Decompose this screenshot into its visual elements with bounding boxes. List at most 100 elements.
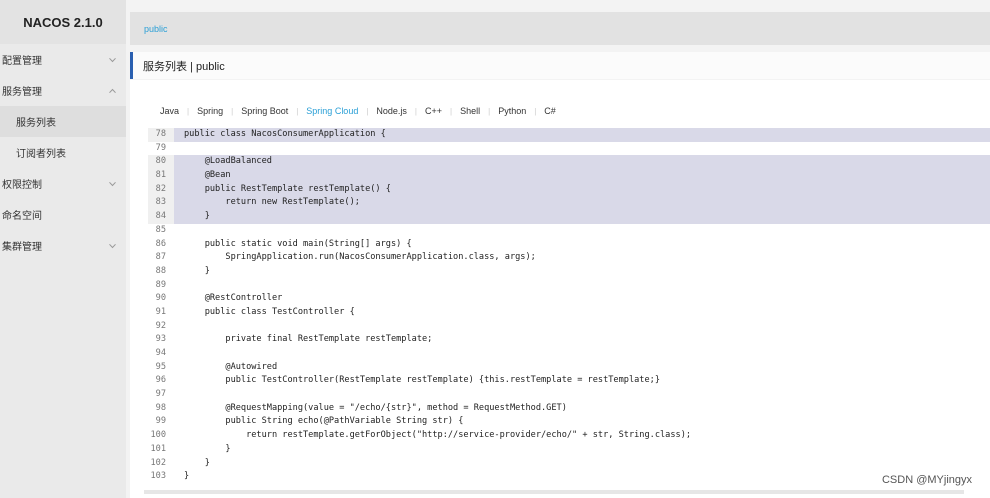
sidebar-item-label: 服务列表 (16, 118, 56, 129)
code-line: 94 (148, 347, 990, 361)
sidebar-item-service-list[interactable]: 服务列表 (0, 106, 126, 137)
tab-shell[interactable]: Shell (452, 106, 488, 116)
line-number: 88 (155, 265, 166, 276)
line-number: 96 (155, 375, 166, 386)
namespace-bar: public (130, 12, 990, 45)
namespace-link[interactable]: public (144, 24, 168, 34)
line-number: 87 (155, 252, 166, 263)
chevron-down-icon (109, 180, 116, 187)
line-number: 82 (148, 182, 174, 197)
line-number: 85 (155, 224, 166, 235)
line-number: 80 (148, 155, 174, 170)
sidebar-item-label: 集群管理 (2, 242, 42, 253)
code-line: 97 (148, 388, 990, 402)
chevron-down-icon (109, 242, 116, 249)
line-number: 89 (155, 279, 166, 290)
line-number: 97 (155, 389, 166, 400)
sidebar-item-namespace[interactable]: 命名空间 (0, 199, 126, 230)
code-text: } (184, 443, 231, 454)
code-line: 88 } (148, 265, 990, 279)
sidebar-item-subscriber-list[interactable]: 订阅者列表 (0, 137, 126, 168)
horizontal-scrollbar[interactable] (144, 490, 964, 494)
code-line: 85 (148, 224, 990, 238)
code-line: 100 return restTemplate.getForObject("ht… (148, 429, 990, 443)
line-number: 78 (148, 128, 174, 142)
code-line: 78 public class NacosConsumerApplication … (148, 128, 990, 142)
sidebar-item-label: 权限控制 (2, 180, 42, 191)
tab-csharp[interactable]: C# (536, 106, 564, 116)
app-root: NACOS 2.1.0 配置管理 服务管理 服务列表 订阅者列表 权限控制 命名… (0, 0, 990, 498)
line-number: 91 (155, 306, 166, 317)
code-text: } (174, 210, 990, 224)
code-text: public class NacosConsumerApplication { (174, 128, 990, 142)
code-line: 89 (148, 279, 990, 293)
code-line: 98 @RequestMapping(value = "/echo/{str}"… (148, 402, 990, 416)
chevron-down-icon (109, 56, 116, 63)
code-line: 93 private final RestTemplate restTempla… (148, 333, 990, 347)
code-text: private final RestTemplate restTemplate; (184, 334, 433, 345)
tab-spring-cloud[interactable]: Spring Cloud (298, 106, 366, 116)
code-line: 96 public TestController(RestTemplate re… (148, 374, 990, 388)
code-text: @Bean (174, 169, 990, 183)
code-line: 84 } (148, 210, 990, 224)
code-line: 80 @LoadBalanced (148, 155, 990, 170)
code-line: 83 return new RestTemplate(); (148, 196, 990, 211)
code-line: 103} (148, 470, 990, 484)
sidebar-item-config[interactable]: 配置管理 (0, 44, 126, 75)
sidebar-item-label: 服务管理 (2, 87, 42, 98)
code-line: 82 public RestTemplate restTemplate() { (148, 182, 990, 197)
chevron-up-icon (109, 87, 116, 94)
sidebar-item-cluster[interactable]: 集群管理 (0, 230, 126, 261)
code-text: } (184, 457, 210, 468)
code-text: @RequestMapping(value = "/echo/{str}", m… (184, 402, 567, 413)
code-text: return new RestTemplate(); (174, 196, 990, 211)
sidebar-item-service[interactable]: 服务管理 (0, 75, 126, 106)
code-text: public TestController(RestTemplate restT… (184, 375, 660, 386)
tab-python[interactable]: Python (490, 106, 534, 116)
page-title: 服务列表 | public (130, 52, 990, 79)
code-line: 99 public String echo(@PathVariable Stri… (148, 415, 990, 429)
tab-java[interactable]: Java (152, 106, 187, 116)
code-text: return restTemplate.getForObject("http:/… (184, 430, 692, 441)
line-number: 90 (155, 293, 166, 304)
app-brand[interactable]: NACOS 2.1.0 (0, 0, 126, 44)
line-number: 101 (150, 443, 166, 454)
tab-cpp[interactable]: C++ (417, 106, 450, 116)
language-tabs: Java | Spring | Spring Boot | Spring Clo… (152, 106, 564, 116)
sidebar-nav: 配置管理 服务管理 服务列表 订阅者列表 权限控制 命名空间 集群管理 (0, 44, 126, 261)
code-text: @LoadBalanced (174, 155, 990, 170)
code-line: 95 @Autowired (148, 361, 990, 375)
code-text: public class TestController { (184, 306, 355, 317)
tab-spring[interactable]: Spring (189, 106, 231, 116)
code-line: 86 public static void main(String[] args… (148, 238, 990, 252)
watermark: CSDN @MYjingyx (881, 474, 972, 486)
line-number: 98 (155, 402, 166, 413)
code-text: } (184, 265, 210, 276)
line-number: 86 (155, 238, 166, 249)
tab-nodejs[interactable]: Node.js (368, 106, 415, 116)
line-number: 83 (148, 196, 174, 211)
code-line: 92 (148, 320, 990, 334)
tab-spring-boot[interactable]: Spring Boot (233, 106, 296, 116)
line-number: 92 (155, 320, 166, 331)
code-text: public RestTemplate restTemplate() { (174, 182, 990, 197)
sidebar-item-auth[interactable]: 权限控制 (0, 168, 126, 199)
line-number: 94 (155, 348, 166, 358)
line-number: 95 (155, 361, 166, 372)
line-number: 102 (150, 457, 166, 468)
code-text: public String echo(@PathVariable String … (184, 416, 464, 427)
code-text: @RestController (184, 293, 283, 304)
code-editor[interactable]: 78 public class NacosConsumerApplication … (148, 128, 990, 484)
code-text: } (184, 471, 190, 482)
sidebar: NACOS 2.1.0 配置管理 服务管理 服务列表 订阅者列表 权限控制 命名… (0, 0, 126, 498)
sidebar-item-label: 命名空间 (2, 211, 42, 222)
sidebar-item-label: 订阅者列表 (16, 149, 66, 160)
code-text: @Autowired (184, 361, 278, 372)
code-text: SpringApplication.run(NacosConsumerAppli… (184, 252, 536, 263)
line-number: 79 (155, 142, 166, 153)
